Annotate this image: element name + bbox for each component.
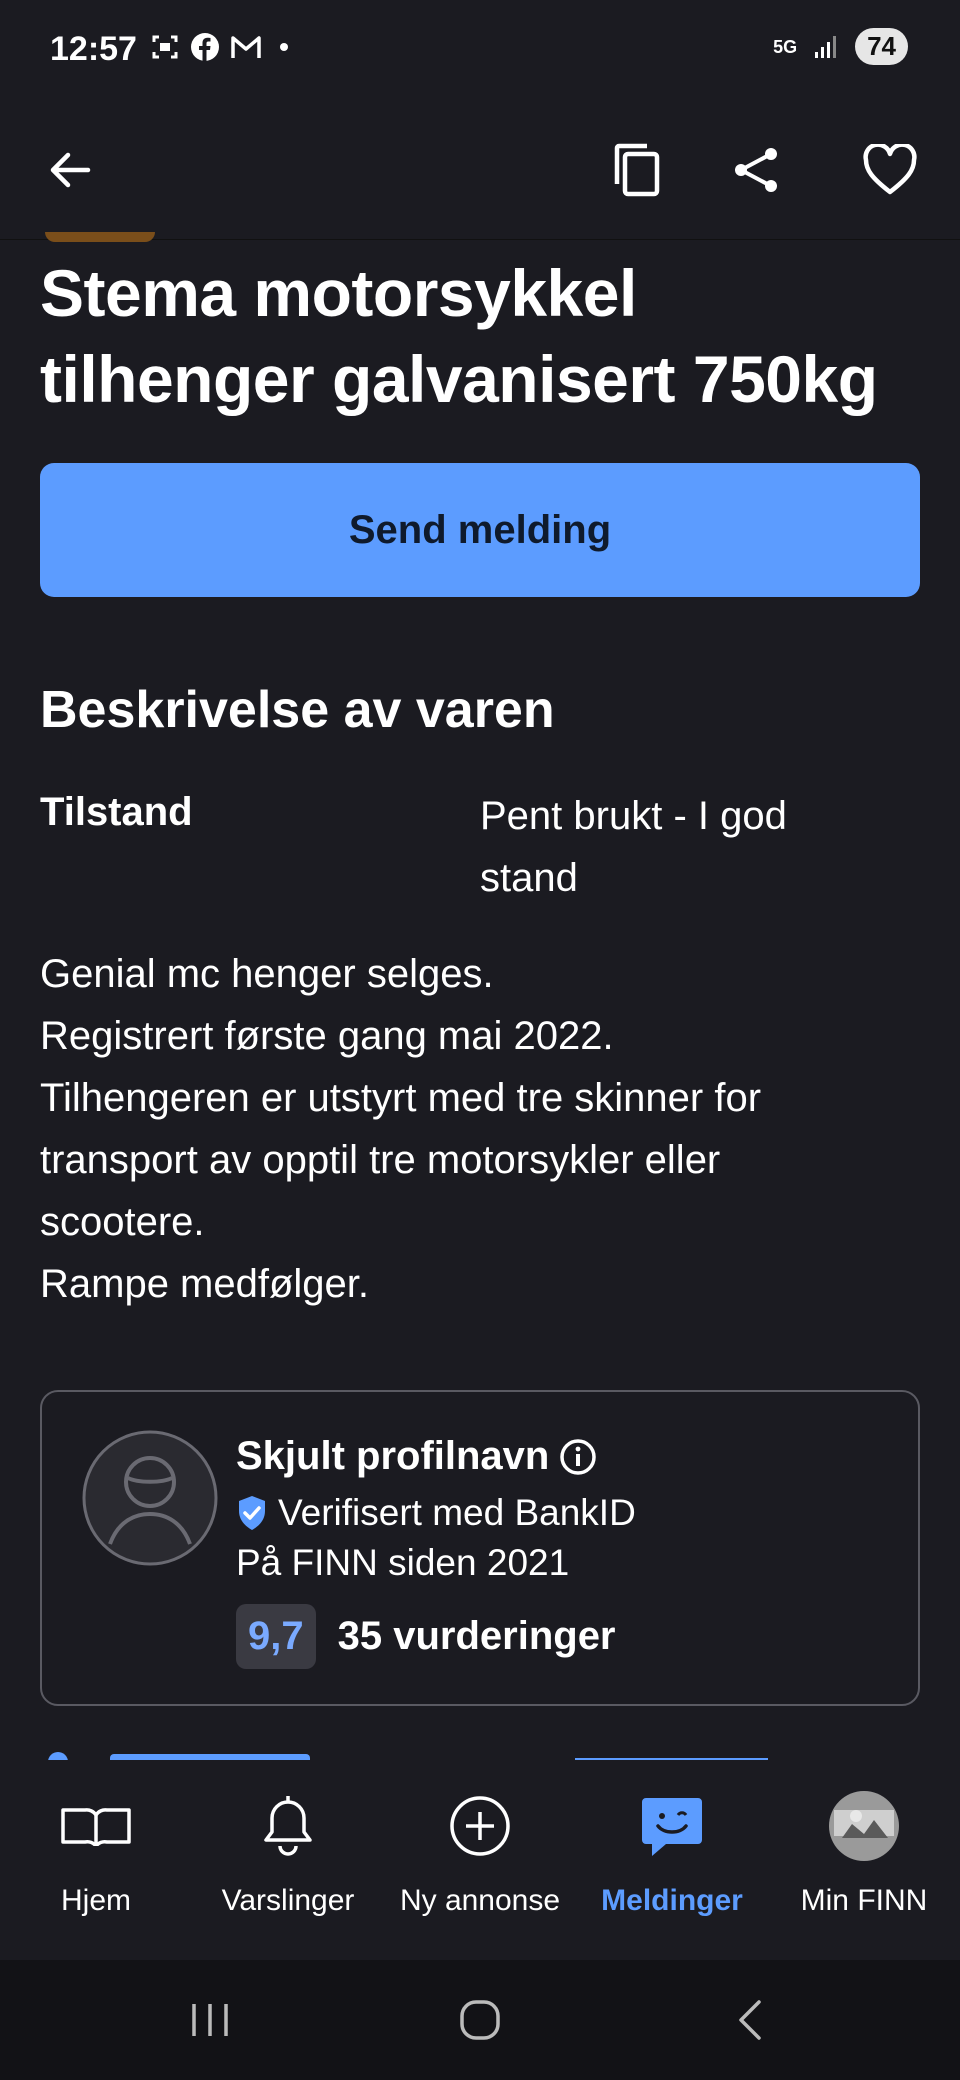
chat-icon — [642, 1798, 702, 1856]
back-button[interactable] — [30, 130, 110, 210]
dot-icon — [280, 43, 288, 51]
nav-label: Min FINN — [800, 1884, 928, 1917]
nav-item-home[interactable]: Hjem — [0, 1760, 192, 1960]
gmail-icon — [231, 36, 261, 58]
status-bar: 12:57 5G 74 — [0, 0, 960, 100]
description-line: scootere. — [40, 1200, 205, 1244]
network-5g-icon: 5G — [773, 36, 798, 57]
copy-icon — [614, 143, 660, 197]
condition-label: Tilstand — [40, 790, 193, 834]
verified-badge: Verifisert med BankID — [236, 1492, 636, 1534]
share-icon — [735, 148, 777, 192]
facebook-icon — [191, 33, 219, 61]
nav-label: Ny annonse — [399, 1884, 561, 1917]
arrow-left-icon — [50, 152, 91, 188]
recent-apps-icon — [192, 2004, 228, 2036]
seller-avatar — [82, 1430, 218, 1566]
nav-label: Meldinger — [601, 1884, 743, 1917]
avatar — [829, 1791, 899, 1861]
description-line: Registrert første gang mai 2022. — [40, 1014, 614, 1058]
bell-icon — [264, 1796, 312, 1856]
seller-rating[interactable]: 9,7 35 vurderinger — [236, 1604, 616, 1669]
send-message-button[interactable]: Send melding — [40, 463, 920, 597]
rating-count: 35 vurderinger — [337, 1614, 616, 1658]
nav-item-new-ad[interactable]: Ny annonse — [384, 1760, 576, 1960]
listing-title-line1: Stema motorsykkel — [40, 256, 637, 330]
notification-icons — [150, 32, 288, 62]
seller-card[interactable]: Skjult profilnavn Verifisert med BankID … — [40, 1390, 920, 1706]
info-icon[interactable] — [559, 1438, 597, 1476]
signal-icon — [815, 35, 837, 58]
nav-item-messages[interactable]: Meldinger — [576, 1760, 768, 1960]
description-heading: Beskrivelse av varen — [40, 681, 555, 739]
system-back-button[interactable] — [710, 1990, 790, 2050]
listing-title-line2: tilhenger galvanisert 750kg — [40, 342, 878, 416]
recent-apps-button[interactable] — [170, 1990, 250, 2050]
plus-circle-icon — [450, 1796, 510, 1856]
member-since: På FINN siden 2021 — [236, 1542, 570, 1583]
nav-label: Varslinger — [221, 1884, 355, 1917]
condition-value: Pent brukt - I god stand — [480, 794, 787, 900]
home-circle-icon — [460, 2000, 500, 2040]
nav-item-my-finn[interactable]: Min FINN — [768, 1760, 960, 1960]
next-section-peek — [40, 1750, 310, 1760]
copy-button[interactable] — [597, 130, 677, 210]
status-time: 12:57 — [50, 30, 137, 68]
bottom-navigation: Hjem Varslinger Ny annonse Meldinger Min… — [0, 1760, 960, 1960]
seller-name-text: Skjult profilnavn — [236, 1434, 550, 1478]
shield-check-icon — [239, 1496, 265, 1530]
home-button[interactable] — [440, 1990, 520, 2050]
book-icon — [61, 1808, 131, 1846]
favorite-button[interactable] — [850, 130, 930, 210]
seller-name: Skjult profilnavn — [236, 1434, 597, 1479]
screenshot-icon — [152, 35, 178, 59]
nav-item-notifications[interactable]: Varslinger — [192, 1760, 384, 1960]
nav-label: Hjem — [60, 1884, 131, 1917]
verified-text: Verifisert med BankID — [278, 1492, 636, 1533]
description-line: transport av opptil tre motorsykler elle… — [40, 1138, 721, 1182]
rating-score: 9,7 — [236, 1604, 316, 1669]
listing-title: Stema motorsykkel tilhenger galvanisert … — [40, 250, 920, 422]
system-status-icons: 5G 74 — [773, 28, 908, 65]
battery-indicator: 74 — [855, 28, 908, 65]
heart-icon — [863, 144, 917, 195]
description-line: Tilhengeren er utstyrt med tre skinner f… — [40, 1076, 762, 1120]
description-line: Rampe medfølger. — [40, 1262, 370, 1306]
description-text: Genial mc henger selges. Registrert førs… — [40, 943, 920, 1315]
share-button[interactable] — [717, 130, 797, 210]
top-app-bar — [0, 100, 960, 240]
system-navigation-bar — [0, 1960, 960, 2080]
category-badge-peek — [45, 232, 155, 242]
chevron-left-icon — [739, 2000, 761, 2040]
description-line: Genial mc henger selges. — [40, 952, 494, 996]
